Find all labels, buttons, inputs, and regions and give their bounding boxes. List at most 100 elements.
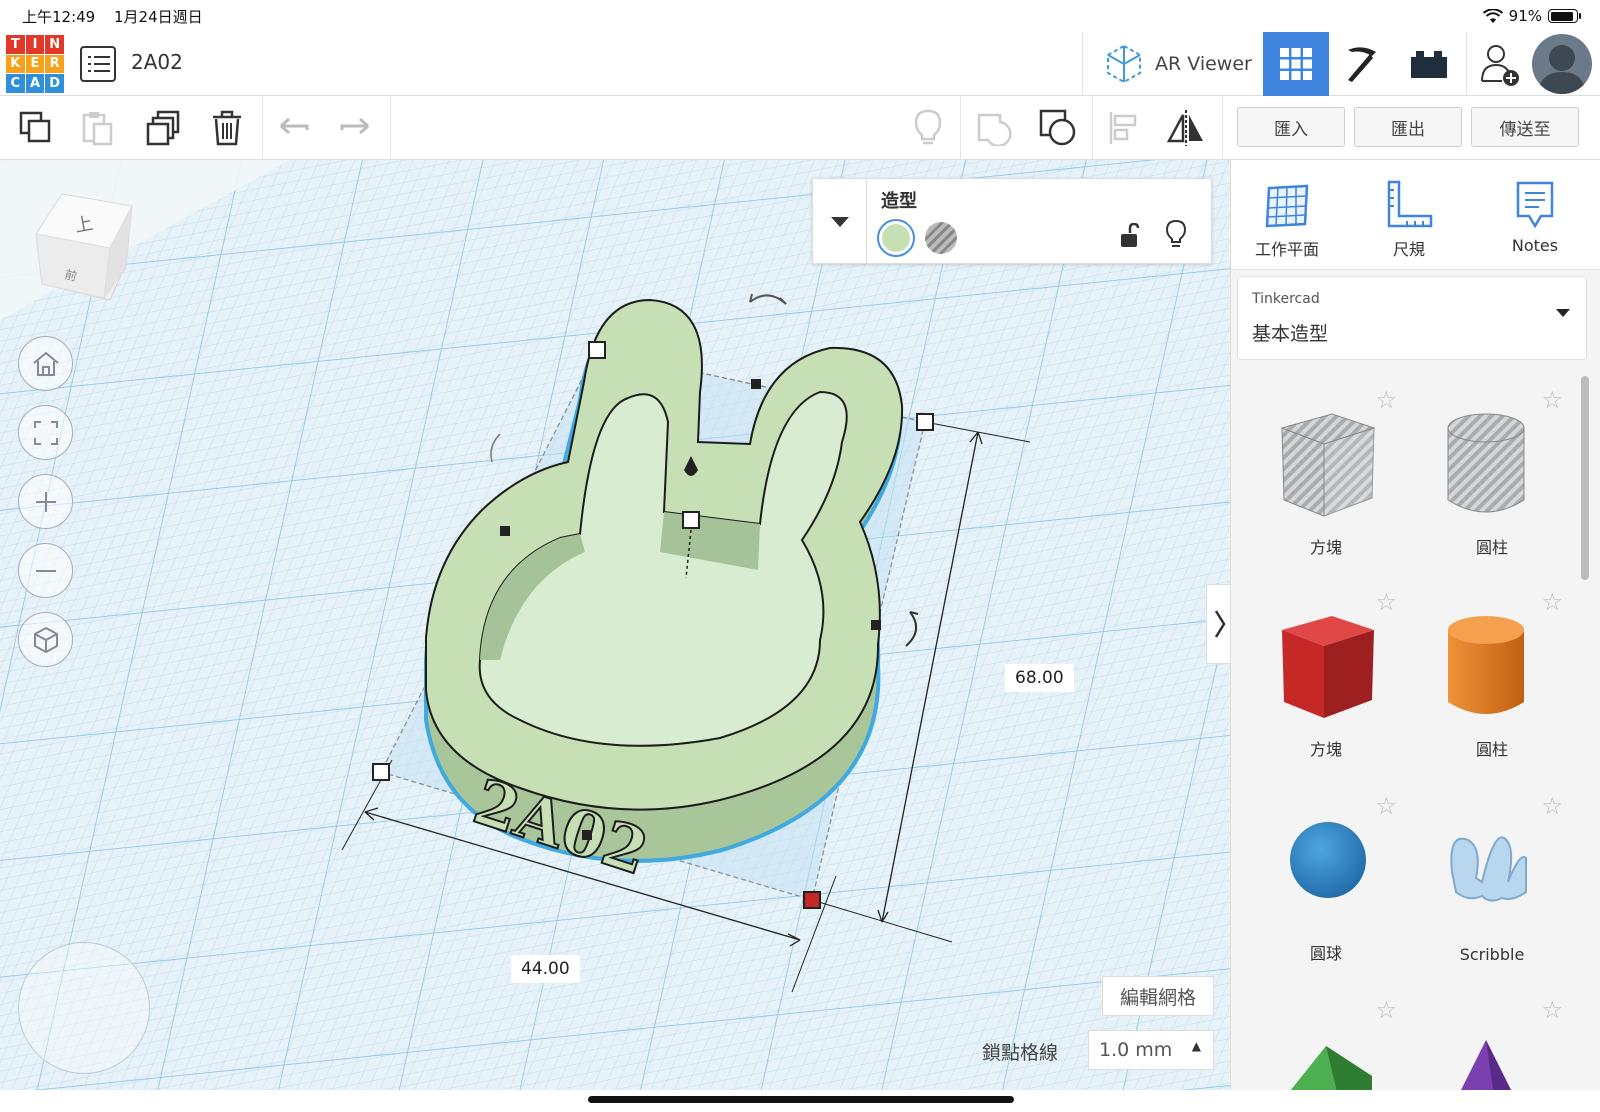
import-button[interactable]: 匯入 <box>1237 107 1345 147</box>
edit-grid-button[interactable]: 編輯網格 <box>1102 976 1214 1016</box>
invite-user-button[interactable] <box>1466 32 1532 96</box>
home-indicator[interactable] <box>588 1096 1014 1103</box>
workplane-label: 工作平面 <box>1254 240 1319 259</box>
perspective-toggle-button[interactable] <box>18 612 73 667</box>
minus-icon <box>35 569 56 572</box>
paste-button[interactable] <box>76 106 120 150</box>
logo-letter: N <box>45 35 64 54</box>
align-button[interactable] <box>1102 106 1146 150</box>
shape-item-cone[interactable]: ☆ <box>1417 996 1567 1090</box>
redo-button[interactable] <box>333 106 377 150</box>
workplane-tool[interactable]: 工作平面 <box>1237 174 1337 260</box>
copy-button[interactable] <box>14 106 58 150</box>
orbit-joystick[interactable] <box>18 942 150 1074</box>
shape-item-box-hole[interactable]: ☆ 方塊 <box>1251 386 1401 566</box>
grid-icon <box>1280 48 1312 80</box>
star-icon[interactable]: ☆ <box>1541 386 1563 414</box>
avatar-icon <box>1538 45 1586 94</box>
shape-label: Scribble <box>1459 945 1525 964</box>
shape-item-roof[interactable]: ☆ <box>1251 996 1401 1090</box>
star-icon[interactable]: ☆ <box>1541 996 1563 1024</box>
unlock-icon <box>1121 222 1140 247</box>
mirror-button[interactable] <box>1164 106 1208 150</box>
workplane-icon <box>1265 184 1309 228</box>
pickaxe-icon <box>1348 47 1376 82</box>
mirror-icon <box>1166 110 1203 146</box>
caret-down-icon <box>1556 309 1570 317</box>
wifi-icon <box>1482 8 1503 23</box>
status-left: 上午12:49 1月24日週日 <box>22 6 203 27</box>
lock-button[interactable] <box>1119 222 1141 253</box>
edit-toolbar: 匯入 匯出 傳送至 <box>0 96 1600 160</box>
collapse-inspector-button[interactable] <box>813 179 867 265</box>
send-to-button[interactable]: 傳送至 <box>1471 107 1579 147</box>
top-bar: TIN KER CAD 2A02 AR Viewer <box>0 32 1600 96</box>
undo-button[interactable] <box>272 106 316 150</box>
home-icon <box>32 351 59 376</box>
star-icon[interactable]: ☆ <box>1541 588 1563 616</box>
snap-grid-select[interactable]: 1.0 mm ▲ <box>1088 1030 1214 1070</box>
group-button[interactable] <box>972 106 1016 150</box>
3d-design-view-button[interactable] <box>1263 32 1329 96</box>
bricks-view-button[interactable] <box>1396 32 1462 96</box>
box-hole-icon <box>1280 413 1376 517</box>
battery-icon <box>1548 9 1581 23</box>
home-view-button[interactable] <box>18 336 73 391</box>
shape-item-cylinder[interactable]: ☆ 圓柱 <box>1417 588 1567 768</box>
height-dimension-label[interactable]: 68.00 <box>1005 664 1074 692</box>
sphere-icon <box>1290 822 1366 898</box>
group-icon <box>977 113 1012 146</box>
ruler-tool[interactable]: 尺規 <box>1359 174 1459 260</box>
box-icon <box>1282 616 1374 718</box>
fit-view-button[interactable] <box>18 405 73 460</box>
sidebar-scrollbar[interactable] <box>1581 376 1589 580</box>
shapes-sidebar: 工作平面 尺規 Notes Tinkercad 基本造型 ☆ 方塊 ☆ 圓柱 ☆… <box>1230 160 1600 1090</box>
minecraft-pickaxe-button[interactable] <box>1329 32 1395 96</box>
view-cube[interactable]: 上 前 <box>32 188 136 301</box>
tinkercad-logo[interactable]: TIN KER CAD <box>6 35 64 93</box>
toolbar-divider <box>1222 96 1223 160</box>
export-button[interactable]: 匯出 <box>1354 107 1462 147</box>
ungroup-button[interactable] <box>1036 106 1080 150</box>
shape-library-select[interactable]: Tinkercad 基本造型 <box>1237 276 1587 360</box>
undo-icon <box>280 117 309 135</box>
status-time: 上午12:49 <box>22 7 96 26</box>
shape-item-scribble[interactable]: ☆ Scribble <box>1417 792 1567 972</box>
zoom-out-button[interactable] <box>18 543 73 598</box>
delete-button[interactable] <box>205 106 249 150</box>
logo-letter: K <box>6 54 25 74</box>
visibility-button[interactable] <box>1165 219 1187 253</box>
shape-item-sphere[interactable]: ☆ 圓球 <box>1251 792 1401 972</box>
inspector-title: 造型 <box>881 191 917 212</box>
ortho-cube-icon <box>33 626 58 653</box>
shape-item-cylinder-hole[interactable]: ☆ 圓柱 <box>1417 386 1567 566</box>
brick-icon <box>1411 51 1447 78</box>
design-list-button[interactable] <box>80 46 116 82</box>
ungroup-icon <box>1039 109 1076 146</box>
workplane-viewport[interactable]: 2A02 <box>0 160 1230 1090</box>
paste-icon <box>82 112 113 146</box>
duplicate-button[interactable] <box>142 106 186 150</box>
zoom-in-button[interactable] <box>18 474 73 529</box>
shape-item-box[interactable]: ☆ 方塊 <box>1251 588 1401 768</box>
user-avatar[interactable] <box>1532 34 1592 94</box>
redo-icon <box>340 117 369 135</box>
toggle-sidebar-button[interactable] <box>1206 584 1232 664</box>
solid-color-button[interactable] <box>877 219 915 257</box>
notes-tool[interactable]: Notes <box>1485 174 1585 255</box>
cone-icon <box>1461 1040 1511 1090</box>
project-title[interactable]: 2A02 <box>131 50 183 74</box>
star-icon[interactable]: ☆ <box>1541 792 1563 820</box>
shape-label: 圓球 <box>1309 944 1342 963</box>
add-user-icon <box>1480 45 1519 86</box>
shape-label: 圓柱 <box>1475 740 1508 759</box>
show-all-button[interactable] <box>906 106 950 150</box>
duplicate-icon <box>146 110 180 146</box>
plus-icon <box>35 491 56 512</box>
ar-viewer-button[interactable]: AR Viewer <box>1082 32 1263 96</box>
hole-button[interactable] <box>925 222 957 254</box>
width-dimension-label[interactable]: 44.00 <box>511 955 580 983</box>
toolbar-divider <box>960 96 961 160</box>
scribble-icon <box>1450 836 1527 902</box>
workplane-grid: 2A02 <box>0 160 1230 1090</box>
